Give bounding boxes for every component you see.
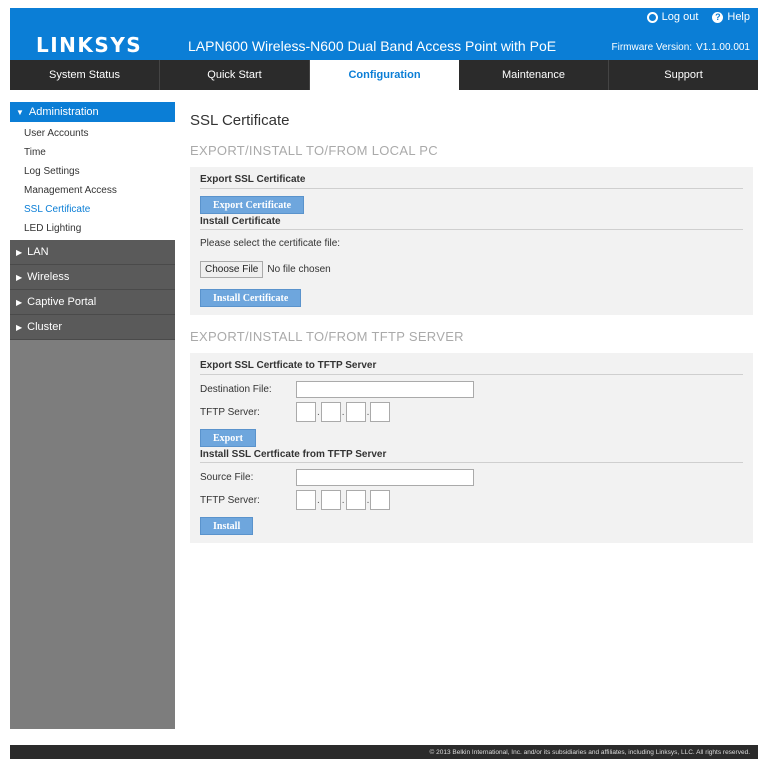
firmware-version: V1.1.00.001 bbox=[696, 42, 750, 53]
source-file-input[interactable] bbox=[296, 469, 474, 486]
firmware-info: Firmware Version: V1.1.00.001 bbox=[611, 42, 750, 53]
caret-right-icon: ▶ bbox=[16, 322, 23, 332]
sidebar-group-wireless[interactable]: ▶ Wireless bbox=[10, 265, 175, 290]
install-certificate-heading: Install Certificate bbox=[200, 214, 743, 230]
export-row: Export Certificate bbox=[200, 195, 743, 214]
install-tftp-heading: Install SSL Certficate from TFTP Server bbox=[200, 447, 743, 463]
install-certificate-button[interactable]: Install Certificate bbox=[200, 289, 302, 307]
destination-row: Destination File: bbox=[200, 381, 743, 398]
sidebar-group-lan[interactable]: ▶ LAN bbox=[10, 240, 175, 265]
tftp-server-label: TFTP Server: bbox=[200, 406, 260, 418]
sidebar-group-captive-portal[interactable]: ▶ Captive Portal bbox=[10, 290, 175, 315]
caret-right-icon: ▶ bbox=[16, 247, 23, 257]
ip-octet-4-input[interactable] bbox=[370, 402, 391, 422]
no-file-label: No file chosen bbox=[267, 264, 331, 275]
tftp-export-button[interactable]: Export bbox=[200, 429, 256, 447]
section-title-tftp: EXPORT/INSTALL TO/FROM TFTP SERVER bbox=[190, 329, 464, 344]
main-content: SSL Certificate EXPORT/INSTALL TO/FROM L… bbox=[190, 112, 755, 543]
header-bar: LINKSYS LAPN600 Wireless-N600 Dual Band … bbox=[10, 8, 758, 60]
help-link[interactable]: ? Help bbox=[712, 11, 750, 23]
caret-down-icon: ▼ bbox=[16, 107, 24, 117]
tab-system-status[interactable]: System Status bbox=[10, 60, 160, 90]
section-title-local: EXPORT/INSTALL TO/FROM LOCAL PC bbox=[190, 143, 438, 158]
select-prompt: Please select the certificate file: bbox=[200, 238, 341, 249]
source-row: Source File: bbox=[200, 469, 743, 486]
sidebar-item-time[interactable]: Time bbox=[10, 143, 175, 162]
ip-octet-1-input[interactable] bbox=[296, 490, 316, 510]
top-links: Log out ? Help bbox=[646, 11, 750, 23]
sidebar-item-user-accounts[interactable]: User Accounts bbox=[10, 124, 175, 143]
install-row: Install Certificate bbox=[200, 288, 743, 307]
tftp-install-row: Install bbox=[200, 516, 743, 535]
sidebar-item-ssl-certificate[interactable]: SSL Certificate bbox=[10, 200, 175, 219]
sidebar-group-label: Wireless bbox=[27, 271, 70, 283]
help-icon: ? bbox=[712, 11, 724, 23]
select-prompt-row: Please select the certificate file: bbox=[200, 238, 743, 249]
sidebar-group-label: Captive Portal bbox=[27, 296, 97, 308]
tab-quick-start[interactable]: Quick Start bbox=[160, 60, 310, 90]
sidebar-group-label: LAN bbox=[27, 246, 49, 258]
install-tftp-server-row: TFTP Server: . . . bbox=[200, 490, 743, 510]
tftp-panel: Export SSL Certficate to TFTP Server Des… bbox=[190, 353, 753, 543]
tab-maintenance[interactable]: Maintenance bbox=[459, 60, 609, 90]
page-title: SSL Certificate bbox=[190, 112, 290, 129]
product-title: LAPN600 Wireless-N600 Dual Band Access P… bbox=[188, 38, 557, 54]
tftp-server-label: TFTP Server: bbox=[200, 494, 260, 506]
tftp-install-button[interactable]: Install bbox=[200, 517, 254, 535]
file-picker-row: Choose File No file chosen bbox=[200, 261, 743, 278]
caret-right-icon: ▶ bbox=[16, 272, 23, 282]
administration-submenu: User Accounts Time Log Settings Manageme… bbox=[10, 122, 175, 240]
export-certificate-button[interactable]: Export Certificate bbox=[200, 196, 305, 214]
export-ssl-heading: Export SSL Certificate bbox=[200, 171, 743, 189]
firmware-label: Firmware Version: bbox=[611, 42, 693, 53]
power-icon bbox=[646, 11, 658, 23]
sidebar-item-management-access[interactable]: Management Access bbox=[10, 181, 175, 200]
ip-octet-2-input[interactable] bbox=[320, 402, 341, 422]
ip-octet-4-input[interactable] bbox=[370, 490, 391, 510]
destination-label: Destination File: bbox=[200, 384, 272, 395]
export-tftp-heading: Export SSL Certficate to TFTP Server bbox=[200, 357, 743, 375]
destination-file-input[interactable] bbox=[296, 381, 474, 398]
caret-right-icon: ▶ bbox=[16, 297, 23, 307]
sidebar-group-label: Cluster bbox=[27, 321, 62, 333]
sidebar: ▼ Administration User Accounts Time Log … bbox=[10, 102, 175, 729]
choose-file-button[interactable]: Choose File bbox=[200, 261, 264, 278]
export-tftp-server-row: TFTP Server: . . . bbox=[200, 402, 743, 422]
tab-configuration[interactable]: Configuration bbox=[310, 60, 459, 90]
logout-label: Log out bbox=[661, 11, 699, 23]
ip-octet-3-input[interactable] bbox=[345, 402, 366, 422]
ip-octet-1-input[interactable] bbox=[296, 402, 316, 422]
local-pc-panel: Export SSL Certificate Export Certificat… bbox=[190, 167, 753, 315]
copyright-text: © 2013 Belkin International, Inc. and/or… bbox=[429, 748, 750, 756]
footer: © 2013 Belkin International, Inc. and/or… bbox=[10, 745, 758, 759]
ip-octet-3-input[interactable] bbox=[345, 490, 366, 510]
help-label: Help bbox=[727, 11, 750, 23]
main-nav: System Status Quick Start Configuration … bbox=[10, 60, 758, 90]
sidebar-item-led-lighting[interactable]: LED Lighting bbox=[10, 219, 175, 238]
linksys-logo: LINKSYS bbox=[36, 33, 143, 57]
logout-link[interactable]: Log out bbox=[646, 11, 699, 23]
ip-octet-2-input[interactable] bbox=[320, 490, 341, 510]
sidebar-item-log-settings[interactable]: Log Settings bbox=[10, 162, 175, 181]
source-label: Source File: bbox=[200, 472, 254, 483]
sidebar-group-cluster[interactable]: ▶ Cluster bbox=[10, 315, 175, 340]
tab-support[interactable]: Support bbox=[609, 60, 758, 90]
tftp-export-row: Export bbox=[200, 428, 743, 447]
sidebar-group-administration[interactable]: ▼ Administration bbox=[10, 102, 175, 122]
sidebar-group-label: Administration bbox=[28, 106, 99, 118]
